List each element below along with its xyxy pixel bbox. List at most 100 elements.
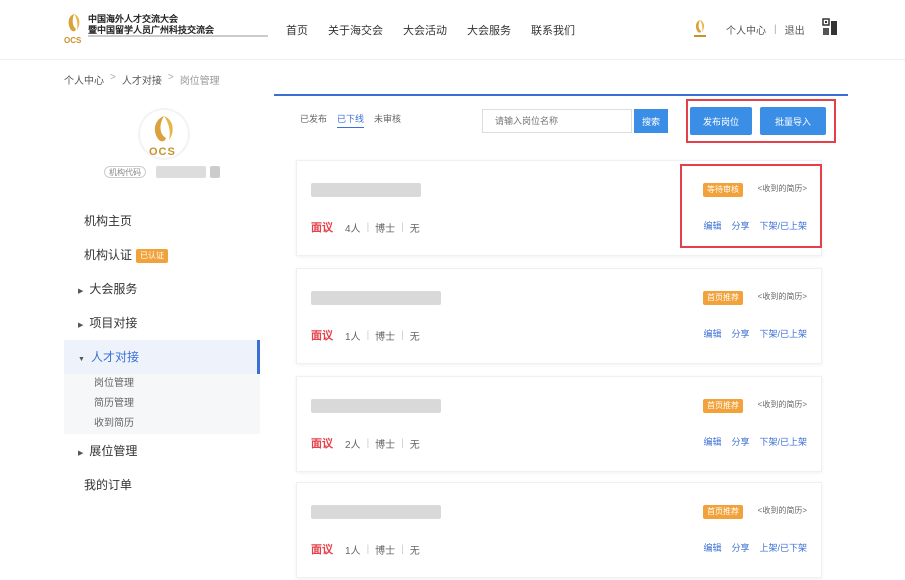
nav-about[interactable]: 关于海交会: [328, 22, 383, 38]
tab-unreviewed[interactable]: 未审核: [374, 112, 401, 128]
sidebar-item-label: 机构认证: [84, 248, 133, 262]
breadcrumb: 个人中心 > 人才对接 > 岗位管理: [64, 72, 220, 87]
job-title-redacted[interactable]: [311, 291, 441, 305]
sidebar-item-org-cert[interactable]: 机构认证 已认证: [64, 238, 260, 272]
job-meta: 面议 1人 | 博士 | 无: [311, 541, 420, 557]
edit-link[interactable]: 编辑: [703, 327, 721, 340]
nav-events[interactable]: 大会活动: [403, 22, 447, 38]
toggle-listing-link[interactable]: 下架/已上架: [759, 435, 807, 448]
sidebar-item-booth[interactable]: ▶ 展位管理: [64, 434, 260, 468]
toggle-listing-link[interactable]: 上架/已下架: [759, 541, 807, 554]
sidebar-item-label: 展位管理: [89, 444, 138, 458]
card-actions: 编辑 分享 下架/已上架: [703, 327, 807, 340]
share-link[interactable]: 分享: [731, 435, 749, 448]
breadcrumb-personal-center[interactable]: 个人中心: [64, 72, 104, 87]
received-resumes-link[interactable]: <收到的简历>: [758, 505, 807, 516]
sidebar-menu: 机构主页 机构认证 已认证 ▶ 大会服务 ▶ 项目对接 ▼ 人才对接 岗位管理 简历管理…: [64, 204, 260, 502]
share-link[interactable]: 分享: [731, 541, 749, 554]
job-headcount: 1人: [345, 331, 361, 343]
status-badge: 首页推荐: [703, 505, 743, 519]
talent-submenu: 岗位管理 简历管理 收到简历: [64, 374, 260, 434]
org-id-value-redacted: [210, 166, 220, 178]
tab-published[interactable]: 已发布: [300, 112, 327, 128]
main-nav: 首页 关于海交会 大会活动 大会服务 联系我们: [286, 22, 575, 38]
job-experience: 无: [409, 439, 420, 451]
caret-down-icon: ▼: [78, 356, 85, 363]
org-id: 机构代码: [104, 166, 220, 178]
edit-link[interactable]: 编辑: [703, 541, 721, 554]
job-title-redacted[interactable]: [311, 505, 441, 519]
job-headcount: 1人: [345, 545, 361, 557]
user-avatar-icon[interactable]: [692, 18, 708, 40]
received-resumes-link[interactable]: <收到的简历>: [758, 291, 807, 302]
site-logo[interactable]: 中国海外人才交流大会 暨中国留学人员广州科技交流会 OCS: [64, 10, 274, 46]
job-title-redacted[interactable]: [311, 183, 421, 197]
logout-link[interactable]: 退出: [785, 22, 805, 37]
job-title-redacted[interactable]: [311, 399, 441, 413]
nav-home[interactable]: 首页: [286, 22, 308, 38]
meta-separator: |: [401, 437, 404, 449]
job-card: 面议 1人 | 博士 | 无 首页推荐 <收到的简历> 编辑 分享 上架/已下架: [296, 482, 822, 578]
meta-separator: |: [366, 329, 370, 341]
meta-separator: |: [401, 221, 404, 233]
meta-separator: |: [366, 221, 370, 233]
nav-contact[interactable]: 联系我们: [531, 22, 575, 38]
certified-badge: 已认证: [136, 248, 169, 263]
job-meta: 面议 4人 | 博士 | 无: [311, 219, 420, 235]
sidebar: OCS 机构代码 机构主页 机构认证 已认证 ▶ 大会服务 ▶ 项目对接 ▼ 人才对接 …: [64, 96, 260, 580]
sidebar-item-projects[interactable]: ▶ 项目对接: [64, 306, 260, 340]
caret-right-icon: ▶: [78, 288, 84, 295]
job-experience: 无: [409, 545, 420, 557]
logo-ocs-text: OCS: [64, 36, 82, 45]
job-degree: 博士: [375, 545, 396, 557]
submenu-resume-management[interactable]: 简历管理: [64, 394, 260, 414]
job-meta: 面议 1人 | 博士 | 无: [311, 327, 420, 343]
sidebar-item-orders[interactable]: 我的订单: [64, 468, 260, 502]
sidebar-item-talent[interactable]: ▼ 人才对接: [64, 340, 260, 374]
caret-right-icon: ▶: [78, 322, 84, 329]
status-tabs: 已发布 已下线 未审核: [300, 112, 401, 128]
breadcrumb-separator: >: [167, 72, 174, 83]
meta-separator: |: [401, 329, 404, 341]
card-actions: 编辑 分享 上架/已下架: [703, 541, 807, 554]
job-card: 面议 1人 | 博士 | 无 首页推荐 <收到的简历> 编辑 分享 下架/已上架: [296, 268, 822, 364]
sidebar-item-org-home[interactable]: 机构主页: [64, 204, 260, 238]
user-center-link[interactable]: 个人中心: [726, 22, 766, 37]
job-headcount: 4人: [345, 223, 361, 235]
toggle-listing-link[interactable]: 下架/已上架: [759, 327, 807, 340]
received-resumes-link[interactable]: <收到的简历>: [758, 399, 807, 410]
breadcrumb-talent[interactable]: 人才对接: [122, 72, 162, 87]
meta-separator: |: [401, 543, 404, 555]
caret-right-icon: ▶: [78, 450, 84, 457]
status-badge: 首页推荐: [703, 399, 743, 413]
meta-separator: |: [366, 543, 370, 555]
job-meta: 面议 2人 | 博士 | 无: [311, 435, 420, 451]
sidebar-item-label: 项目对接: [89, 316, 138, 330]
sidebar-item-services[interactable]: ▶ 大会服务: [64, 272, 260, 306]
user-area: 个人中心 | 退出: [692, 14, 805, 44]
sidebar-item-label: 机构主页: [84, 214, 133, 228]
sidebar-item-label: 人才对接: [90, 350, 139, 364]
share-link[interactable]: 分享: [731, 327, 749, 340]
job-salary: 面议: [311, 330, 333, 342]
job-card: 面议 2人 | 博士 | 无 首页推荐 <收到的简历> 编辑 分享 下架/已上架: [296, 376, 822, 472]
nav-services[interactable]: 大会服务: [467, 22, 511, 38]
search-input[interactable]: [482, 109, 632, 133]
search-button[interactable]: 搜索: [634, 109, 668, 133]
org-id-value-redacted: [156, 166, 206, 178]
job-degree: 博士: [375, 223, 396, 235]
submenu-job-management[interactable]: 岗位管理: [64, 374, 260, 394]
job-salary: 面议: [311, 544, 333, 556]
meta-separator: |: [366, 437, 370, 449]
card-highlight-box: [680, 164, 822, 248]
publish-job-button[interactable]: 发布岗位: [690, 107, 752, 135]
job-headcount: 2人: [345, 439, 361, 451]
job-salary: 面议: [311, 222, 333, 234]
qrcode-icon[interactable]: [822, 18, 838, 36]
breadcrumb-current: 岗位管理: [179, 76, 220, 87]
submenu-received-resumes[interactable]: 收到简历: [64, 414, 260, 434]
batch-import-button[interactable]: 批量导入: [760, 107, 826, 135]
edit-link[interactable]: 编辑: [703, 435, 721, 448]
tab-offline[interactable]: 已下线: [337, 112, 365, 128]
job-degree: 博士: [375, 439, 396, 451]
